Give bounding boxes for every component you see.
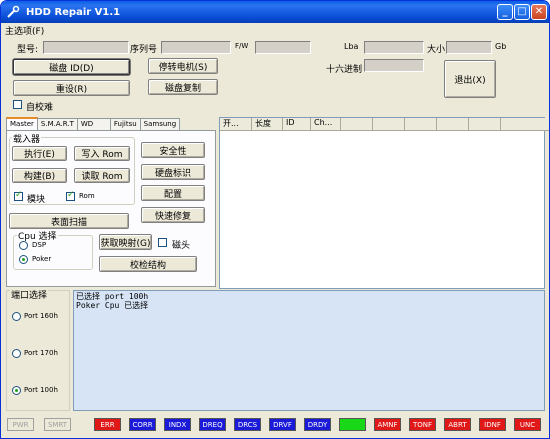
checksum-button[interactable]: 校检结构	[99, 256, 197, 272]
col-length[interactable]: 长度	[252, 118, 283, 131]
status-indicator: ABRT	[444, 418, 471, 431]
port-100-radio[interactable]	[12, 386, 21, 395]
build-button[interactable]: 构建(B)	[12, 168, 67, 183]
disk-id-button[interactable]: 磁盘 ID(D)	[13, 59, 130, 75]
hex-label: 十六进制	[326, 65, 363, 75]
log-output[interactable]: 已选择 port 100h Poker Cpu 已选择	[73, 290, 545, 411]
master-tab-panel: 载入器 执行(E) 写入 Rom 构建(B) 读取 Rom 模块 Rom 安全性…	[6, 130, 216, 287]
col-ch[interactable]: Ch...	[311, 118, 341, 131]
col-id[interactable]: ID	[283, 118, 311, 131]
col-blank-2	[373, 118, 405, 131]
status-indicator: UNC	[514, 418, 541, 431]
model-label: 型号:	[17, 45, 39, 55]
col-blank-1	[341, 118, 373, 131]
quick-fix-button[interactable]: 快速修复	[141, 207, 205, 223]
title-bar[interactable]: HDD Repair V1.1	[1, 1, 549, 23]
config-button[interactable]: 配置	[141, 185, 205, 201]
port-160-radio[interactable]	[12, 312, 21, 321]
port-160-label: Port 160h	[24, 312, 58, 320]
hex-field	[364, 59, 424, 72]
execute-button[interactable]: 执行(E)	[12, 146, 67, 161]
read-rom-button[interactable]: 读取 Rom	[74, 168, 130, 183]
port-170-label: Port 170h	[24, 349, 58, 357]
minimize-button[interactable]: _	[497, 4, 513, 20]
module-list[interactable]: 开... 长度 ID Ch...	[219, 117, 549, 289]
security-button[interactable]: 安全性	[141, 142, 205, 158]
col-blank-6	[501, 118, 549, 131]
status-indicator: DRDY	[304, 418, 331, 431]
poker-radio[interactable]	[19, 255, 28, 264]
self-calib-checkbox[interactable]	[13, 100, 22, 109]
status-indicator: CORR	[129, 418, 156, 431]
col-blank-4	[437, 118, 469, 131]
close-button[interactable]: ✕	[531, 4, 547, 20]
module-label: 模块	[27, 195, 46, 205]
status-indicator: ERR	[94, 418, 121, 431]
rom-label: Rom	[79, 192, 95, 200]
loader-title: 载入器	[12, 132, 42, 145]
status-indicator	[339, 418, 366, 431]
list-header: 开... 长度 ID Ch...	[220, 118, 549, 131]
col-blank-5	[469, 118, 501, 131]
poker-label: Poker	[32, 255, 52, 263]
size-label: 大小	[427, 45, 446, 55]
app-window: HDD Repair V1.1 _ □ ✕ 主选项(F) 型号: 序列号 F/W…	[0, 0, 550, 439]
status-indicator: AMNF	[374, 418, 401, 431]
disk-label-button[interactable]: 硬盘标识	[141, 164, 205, 180]
reset-button[interactable]: 重设(R)	[13, 80, 130, 96]
port-title: 端口选择	[10, 288, 49, 301]
dsp-label: DSP	[32, 241, 47, 249]
get-map-button[interactable]: 获取映射(G)	[99, 234, 152, 250]
disk-copy-button[interactable]: 磁盘复制	[148, 79, 218, 95]
status-indicator: PWR	[7, 418, 34, 431]
serial-label: 序列号	[130, 45, 158, 55]
lba-field	[364, 41, 424, 54]
stop-motor-button[interactable]: 停转电机(S)	[148, 58, 218, 74]
col-start[interactable]: 开...	[220, 118, 252, 131]
write-rom-button[interactable]: 写入 Rom	[74, 146, 130, 161]
fw-field	[255, 41, 311, 54]
status-indicator: DRCS	[234, 418, 261, 431]
head-label: 磁头	[172, 241, 191, 251]
port-170-radio[interactable]	[12, 349, 21, 358]
lba-label: Lba	[344, 42, 359, 51]
surface-scan-button[interactable]: 表面扫描	[9, 213, 129, 229]
window-title: HDD Repair V1.1	[26, 6, 121, 18]
serial-field	[161, 41, 231, 54]
size-unit: Gb	[495, 42, 507, 51]
status-indicator: INDX	[164, 418, 191, 431]
status-indicator: IDNF	[479, 418, 506, 431]
port-100-label: Port 100h	[24, 386, 58, 394]
status-indicator: SMRT	[44, 418, 71, 431]
col-blank-3	[405, 118, 437, 131]
status-indicator: DREQ	[199, 418, 226, 431]
rom-checkbox[interactable]	[66, 190, 75, 201]
exit-button[interactable]: 退出(X)	[444, 60, 496, 98]
module-checkbox[interactable]	[14, 190, 23, 201]
model-field	[43, 41, 129, 54]
size-field	[446, 41, 492, 54]
menu-options[interactable]: 主选项(F)	[5, 24, 44, 37]
wrench-icon	[6, 5, 20, 19]
dsp-radio[interactable]	[19, 241, 28, 250]
log-line: 已选择 port 100h	[76, 292, 149, 301]
self-calib-label: 自校难	[26, 103, 54, 113]
status-indicator: DRVF	[269, 418, 296, 431]
maximize-button[interactable]: □	[514, 4, 530, 20]
tab-master[interactable]: Master	[6, 117, 38, 131]
head-checkbox[interactable]	[158, 238, 167, 247]
fw-label: F/W	[235, 42, 249, 50]
log-line: Poker Cpu 已选择	[76, 301, 149, 310]
status-indicator: TONF	[409, 418, 436, 431]
